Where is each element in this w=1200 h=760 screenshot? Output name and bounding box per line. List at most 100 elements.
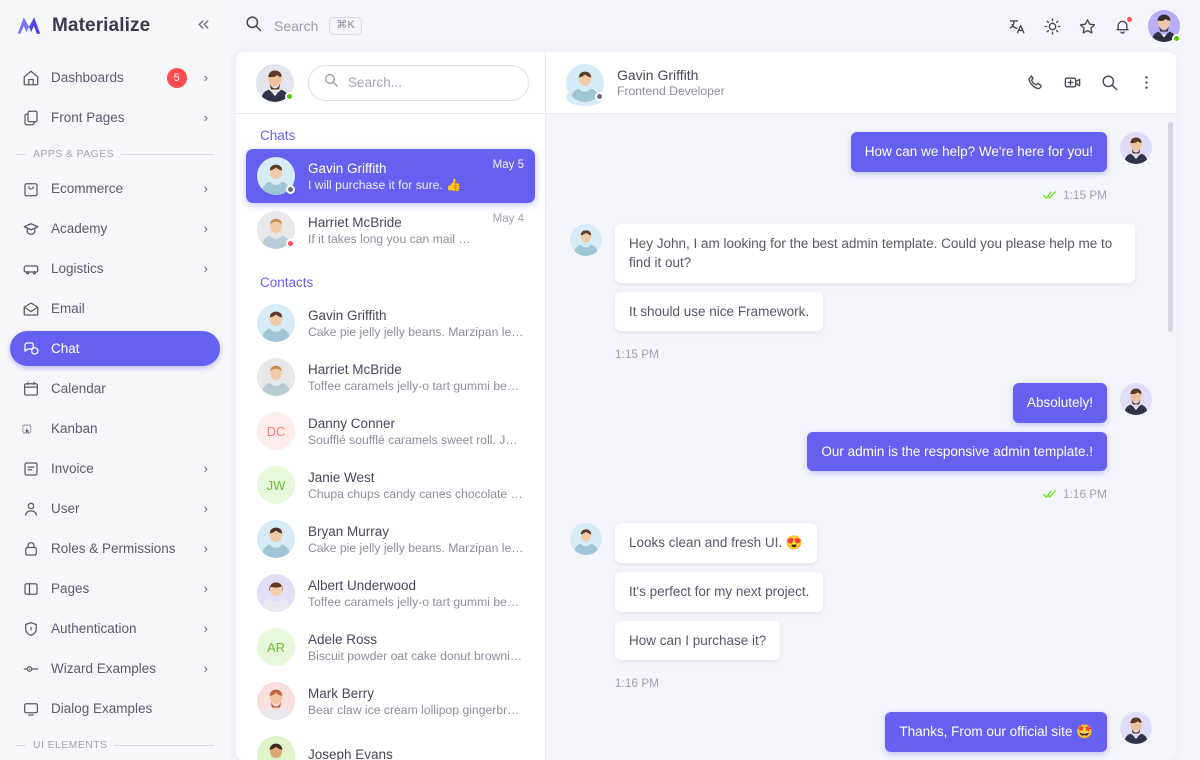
contact-name: Bryan Murray — [308, 523, 390, 539]
sidebar-item-dashboards[interactable]: Dashboards 5 › — [10, 60, 220, 95]
message-list[interactable]: How can we help? We're here for you! 1:1… — [546, 114, 1176, 760]
message-bubble: How can we help? We're here for you! — [850, 132, 1107, 172]
sidebar-item-dialog-examples[interactable]: Dialog Examples — [10, 691, 220, 726]
conversation-avatar[interactable] — [566, 63, 604, 106]
dashboards-badge: 5 — [166, 67, 187, 88]
chat-icon — [21, 339, 40, 358]
sidebar-item-ecommerce[interactable]: Ecommerce › — [10, 171, 220, 206]
avatar-initials: DC — [257, 412, 295, 450]
status-dot — [286, 239, 295, 248]
sidebar-section-ui: UI ELEMENTS — [16, 739, 214, 751]
contact-name: Mark Berry — [308, 685, 375, 701]
sidebar-item-label: Pages — [51, 581, 90, 596]
pages-icon — [21, 579, 40, 598]
search-icon — [244, 14, 263, 38]
brand-header: Materialize — [0, 0, 230, 52]
sidebar-item-kanban[interactable]: Kanban — [10, 411, 220, 446]
chat-search-input[interactable] — [348, 75, 514, 90]
conversation-name: Gavin Griffith — [617, 67, 699, 83]
sidebar-item-label: Academy — [51, 221, 108, 236]
home-icon — [21, 68, 40, 87]
graduation-cap-icon — [21, 219, 40, 238]
sidebar-item-label: Wizard Examples — [51, 661, 157, 676]
contact-list-item[interactable]: Gavin Griffith Cake pie jelly jelly bean… — [246, 296, 535, 350]
sidebar-item-label: Calendar — [51, 381, 106, 396]
topbar-actions — [1008, 10, 1181, 43]
sidebar-item-front-pages[interactable]: Front Pages › — [10, 100, 220, 135]
avatar — [570, 223, 602, 256]
sidebar-item-label: Invoice — [51, 461, 94, 476]
sidebar-item-academy[interactable]: Academy › — [10, 211, 220, 246]
avatar — [257, 211, 295, 249]
sidebar-item-label: Roles & Permissions — [51, 541, 176, 556]
brand-name: Materialize — [52, 15, 151, 36]
chevron-right-icon: › — [203, 461, 208, 476]
sidebar-item-label: Front Pages — [51, 110, 125, 125]
contact-list-item[interactable]: Mark Berry Bear claw ice cream lollipop … — [246, 674, 535, 728]
translate-icon[interactable] — [1008, 17, 1027, 36]
contact-name: Gavin Griffith — [308, 307, 387, 323]
shopping-bag-icon — [21, 179, 40, 198]
sidebar-item-pages[interactable]: Pages › — [10, 571, 220, 606]
chat-search-box[interactable] — [308, 64, 529, 101]
calendar-icon — [21, 379, 40, 398]
double-check-icon — [1043, 189, 1057, 201]
avatar — [257, 358, 295, 396]
double-check-icon — [1043, 488, 1057, 500]
contact-list-item[interactable]: Joseph Evans — [246, 728, 535, 760]
more-vertical-icon[interactable] — [1137, 73, 1156, 92]
chevron-right-icon: › — [203, 581, 208, 596]
chevron-right-icon: › — [203, 221, 208, 236]
contact-list-item[interactable]: AR Adele Ross Biscuit powder oat cake do… — [246, 620, 535, 674]
sidebar-section-apps: APPS & PAGES — [16, 148, 214, 160]
sidebar-collapse-icon[interactable] — [191, 14, 216, 38]
contact-name: Janie West — [308, 469, 375, 485]
chat-list-item[interactable]: Gavin Griffith I will purchase it for su… — [246, 149, 535, 203]
sidebar-item-authentication[interactable]: Authentication › — [10, 611, 220, 646]
sun-icon[interactable] — [1043, 17, 1062, 36]
sidebar-item-roles-permissions[interactable]: Roles & Permissions › — [10, 531, 220, 566]
sidebar-item-wizard-examples[interactable]: Wizard Examples › — [10, 651, 220, 686]
contact-list-item[interactable]: Albert Underwood Toffee caramels jelly-o… — [246, 566, 535, 620]
video-icon[interactable] — [1063, 73, 1082, 92]
message-group: Absolutely! Our admin is the responsive … — [570, 383, 1152, 501]
bell-icon[interactable] — [1113, 15, 1133, 36]
message-bubble: How can I purchase it? — [615, 620, 781, 661]
message-scrollbar[interactable] — [1168, 122, 1173, 332]
chat-item-name: Gavin Griffith — [308, 160, 387, 176]
contact-name: Adele Ross — [308, 631, 378, 647]
message-bubble: Looks clean and fresh UI. 😍 — [615, 523, 817, 563]
contact-list-item[interactable]: DC Danny Conner Soufflé soufflé caramels… — [246, 404, 535, 458]
topbar: Search ⌘K — [230, 0, 1200, 52]
invoice-icon — [21, 459, 40, 478]
contact-about: Toffee caramels jelly-o tart gummi bears… — [308, 378, 524, 393]
sidebar-item-logistics[interactable]: Logistics › — [10, 251, 220, 286]
contact-list-item[interactable]: Harriet McBride Toffee caramels jelly-o … — [246, 350, 535, 404]
materialize-logo-icon — [16, 13, 42, 39]
message-meta: 1:15 PM — [1043, 188, 1107, 202]
avatar — [570, 523, 602, 556]
phone-icon[interactable] — [1026, 73, 1045, 92]
monitor-icon — [21, 699, 40, 718]
chat-sidebar: Chats — [236, 52, 546, 760]
chat-sidebar-body: Chats Gavin Griffith I will purchase it … — [236, 114, 545, 760]
sidebar-item-invoice[interactable]: Invoice › — [10, 451, 220, 486]
contact-list-item[interactable]: JW Janie West Chupa chups candy canes ch… — [246, 458, 535, 512]
chat-list-item[interactable]: Harriet McBride If it takes long you can… — [246, 203, 535, 257]
current-user-avatar[interactable] — [256, 63, 294, 102]
chat-item-time: May 4 — [492, 213, 524, 225]
message-group: Looks clean and fresh UI. 😍 It's perfect… — [570, 523, 1152, 690]
chevron-right-icon: › — [203, 661, 208, 676]
sidebar-nav: Dashboards 5 › Front Pages › APPS & PAGE… — [0, 52, 230, 760]
contact-about: Cake pie jelly jelly beans. Marzipan lem… — [308, 324, 524, 339]
sidebar-item-chat[interactable]: Chat — [10, 331, 220, 366]
sidebar-item-calendar[interactable]: Calendar — [10, 371, 220, 406]
contact-list-item[interactable]: Bryan Murray Cake pie jelly jelly beans.… — [246, 512, 535, 566]
chevron-right-icon: › — [203, 541, 208, 556]
global-search[interactable]: Search ⌘K — [244, 14, 362, 38]
sidebar-item-email[interactable]: Email — [10, 291, 220, 326]
user-avatar[interactable] — [1148, 10, 1181, 43]
search-icon[interactable] — [1100, 73, 1119, 92]
star-icon[interactable] — [1078, 17, 1097, 36]
sidebar-item-user[interactable]: User › — [10, 491, 220, 526]
